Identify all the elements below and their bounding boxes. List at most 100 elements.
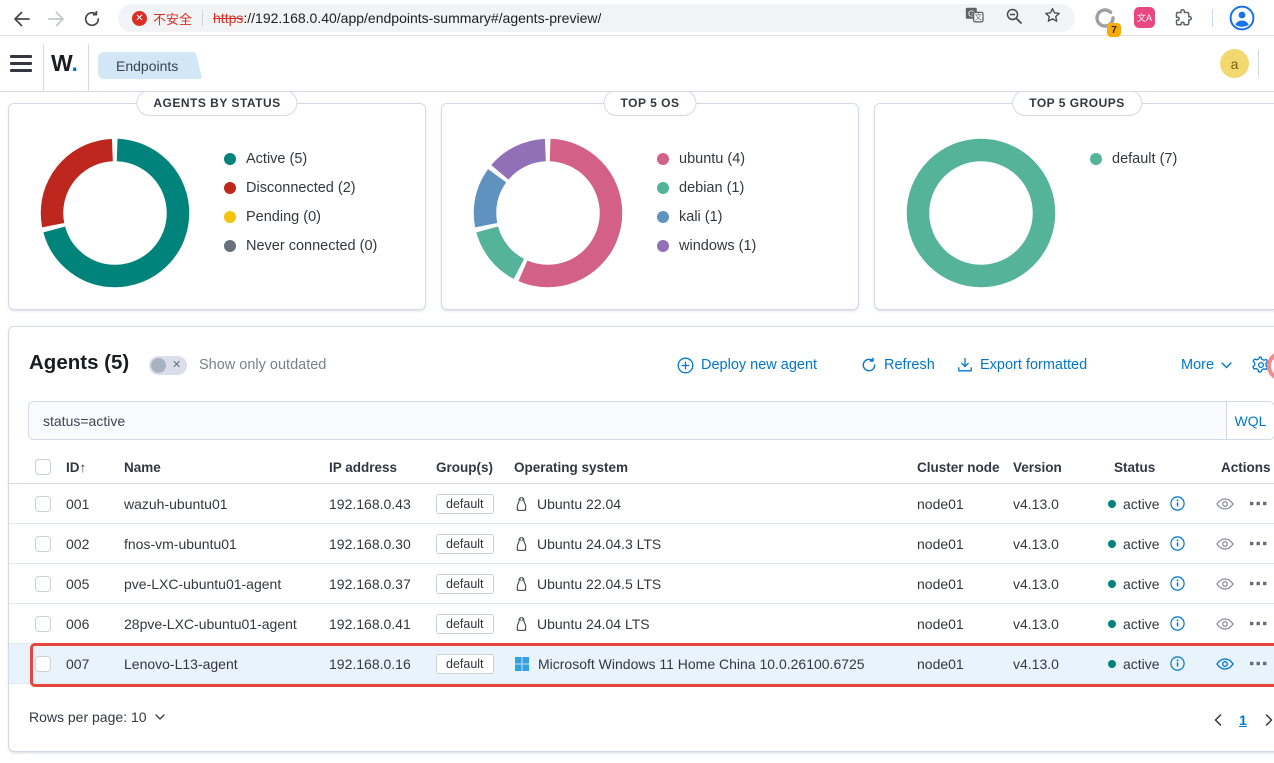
menu-icon[interactable] [10,55,32,73]
row-checkbox[interactable] [35,564,51,603]
column-header-actions[interactable]: Actions [1221,451,1271,483]
status-info-icon[interactable] [1169,496,1185,511]
agent-version: v4.13.0 [1013,615,1059,632]
panel-title: AGENTS BY STATUS [136,90,298,116]
table-row-agent-007[interactable]: 007 Lenovo-L13-agent 192.168.0.16 default Mi… [9,644,1274,684]
agent-id: 006 [66,615,90,632]
legend-item-default[interactable]: default (7) [1090,144,1177,173]
avatar[interactable]: a [1220,49,1249,78]
row-checkbox[interactable] [35,484,51,523]
agent-ip: 192.168.0.41 [329,615,411,632]
legend-label: Never connected (0) [246,237,378,254]
legend-item-Pending[interactable]: Pending (0) [224,202,377,231]
status-info-icon[interactable] [1169,656,1185,671]
legend-item-Never connected[interactable]: Never connected (0) [224,231,377,260]
table-row-agent-006[interactable]: 006 28pve-LXC-ubuntu01-agent 192.168.0.41 d… [9,604,1274,644]
deploy-new-agent-button[interactable]: Deploy new agent [677,354,817,376]
row-checkbox[interactable] [35,604,51,643]
prev-page-button[interactable] [1205,707,1231,733]
column-header-id[interactable]: ID ↑ [66,451,86,483]
agents-by-status-donut[interactable] [40,138,190,288]
legend-item-Active[interactable]: Active (5) [224,144,377,173]
agent-group-chip[interactable]: default [436,564,494,603]
profile-icon[interactable] [1229,5,1255,36]
page-1-button[interactable]: 1 [1230,707,1256,733]
header-divider [1258,50,1259,77]
extensions-puzzle-icon[interactable] [1173,8,1193,33]
column-header-status[interactable]: Status [1114,451,1155,483]
legend-label: debian (1) [679,179,745,196]
agent-ip: 192.168.0.37 [329,575,411,592]
row-checkbox[interactable] [35,644,51,683]
view-agent-eye-icon[interactable] [1216,484,1234,523]
agent-status: active [1108,484,1185,523]
bookmark-star-icon[interactable] [1044,7,1061,29]
row-actions-menu-icon[interactable] [1250,644,1267,683]
next-page-button[interactable] [1256,707,1274,733]
row-actions-menu-icon[interactable] [1250,604,1267,643]
translate-extension-icon[interactable]: 文A [1134,7,1155,28]
top5-os-donut[interactable] [473,138,623,288]
translate-page-icon[interactable]: G文 [965,7,984,29]
forward-icon[interactable] [44,7,68,31]
extension-icon[interactable]: 7 [1094,7,1121,37]
not-secure-label[interactable]: 不安全 [153,9,192,28]
status-info-icon[interactable] [1169,576,1185,591]
agent-group-chip[interactable]: default [436,524,494,563]
select-all-checkbox[interactable] [35,451,51,483]
agent-group-chip[interactable]: default [436,644,494,683]
column-header-operating-system[interactable]: Operating system [514,451,628,483]
table-row-agent-005[interactable]: 005 pve-LXC-ubuntu01-agent 192.168.0.37 def… [9,564,1274,604]
wql-button[interactable]: WQL [1226,402,1274,439]
legend-dot [657,210,669,223]
agent-group-chip[interactable]: default [436,604,494,643]
view-agent-eye-icon[interactable] [1216,644,1234,683]
breadcrumb[interactable]: Endpoints [98,52,193,79]
legend-item-debian[interactable]: debian (1) [657,173,756,202]
column-header-group-s-[interactable]: Group(s) [436,451,493,483]
breadcrumb-label: Endpoints [116,57,179,74]
column-header-cluster-node[interactable]: Cluster node [917,451,1000,483]
rows-per-page-selector[interactable]: Rows per page: 10 [29,709,165,725]
row-actions-menu-icon[interactable] [1250,484,1267,523]
search-input[interactable]: status=active [29,402,1226,439]
not-secure-icon[interactable]: ✕ [132,10,147,26]
table-row-agent-001[interactable]: 001 wazuh-ubuntu01 192.168.0.43 default Ubun… [9,484,1274,524]
wazuh-logo[interactable]: W. [51,50,78,77]
view-agent-eye-icon[interactable] [1216,524,1234,563]
status-info-icon[interactable] [1169,616,1185,631]
legend-item-Disconnected[interactable]: Disconnected (2) [224,173,377,202]
donut-segment-default[interactable] [906,138,1056,288]
top5-os-legend: ubuntu (4) debian (1) kali (1) windows (1) [657,144,756,260]
sort-asc-icon: ↑ [79,459,87,475]
agent-cluster-node: node01 [917,615,964,632]
refresh-button[interactable]: Refresh [861,354,935,376]
row-checkbox[interactable] [35,524,51,563]
top5-groups-donut[interactable] [906,138,1056,288]
legend-item-windows[interactable]: windows (1) [657,231,756,260]
browser-toolbar: ✕ 不安全 https://192.168.0.40/app/endpoints… [0,0,1274,37]
column-header-ip-address[interactable]: IP address [329,451,397,483]
legend-item-kali[interactable]: kali (1) [657,202,756,231]
back-icon[interactable] [10,7,34,31]
agent-group-chip[interactable]: default [436,484,494,523]
row-actions-menu-icon[interactable] [1250,524,1267,563]
table-row-agent-002[interactable]: 002 fnos-vm-ubuntu01 192.168.0.30 default Ub… [9,524,1274,564]
status-info-icon[interactable] [1169,536,1185,551]
view-agent-eye-icon[interactable] [1216,604,1234,643]
top5-groups-panel: TOP 5 GROUPS default (7) [874,90,1274,310]
address-bar[interactable]: ✕ 不安全 https://192.168.0.40/app/endpoints… [118,4,1075,32]
more-button[interactable]: More [1181,354,1232,376]
zoom-out-icon[interactable] [1006,8,1022,29]
show-outdated-toggle[interactable]: ✕ [149,356,187,375]
legend-label: Pending (0) [246,208,321,225]
url-text[interactable]: https://192.168.0.40/app/endpoints-summa… [213,10,601,26]
legend-dot [657,239,669,252]
column-header-name[interactable]: Name [124,451,161,483]
row-actions-menu-icon[interactable] [1250,564,1267,603]
view-agent-eye-icon[interactable] [1216,564,1234,603]
column-header-version[interactable]: Version [1013,451,1062,483]
export-formatted-button[interactable]: Export formatted [957,354,1087,376]
legend-item-ubuntu[interactable]: ubuntu (4) [657,144,756,173]
reload-icon[interactable] [80,7,104,31]
